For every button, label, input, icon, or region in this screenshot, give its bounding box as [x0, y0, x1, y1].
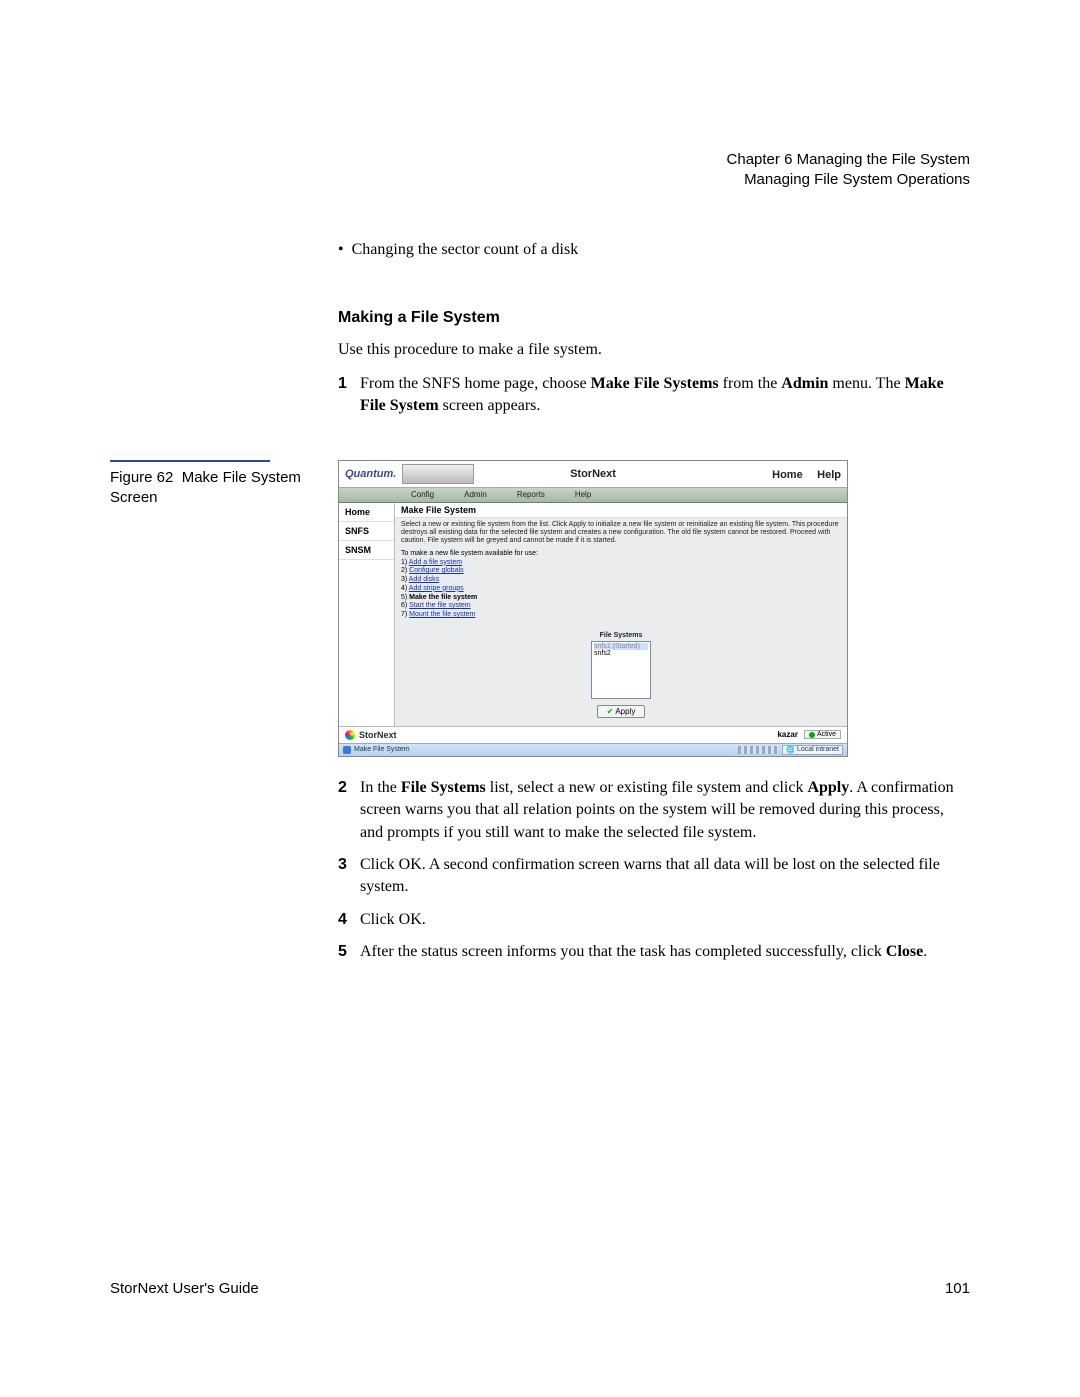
step-number: 3 — [338, 854, 360, 899]
list-item[interactable]: snfs2 — [594, 650, 648, 657]
banner-graphic — [402, 464, 474, 484]
step-body: After the status screen informs you that… — [360, 941, 927, 963]
footer-page-number: 101 — [945, 1280, 970, 1297]
sidebar-item-home[interactable]: Home — [339, 503, 394, 522]
hostname: kazar — [777, 730, 797, 739]
bullet-text: Changing the sector count of a disk — [352, 241, 579, 258]
help-link[interactable]: Help — [817, 469, 841, 481]
check-icon: ✔ — [607, 707, 614, 716]
step-number: 5 — [338, 941, 360, 963]
statusbar-grip — [738, 746, 778, 754]
panel-title: Make File System — [395, 503, 847, 518]
globe-icon: 🌐 — [786, 746, 795, 754]
stornext-logo-icon — [345, 730, 355, 740]
page-footer: StorNext User's Guide 101 — [110, 1280, 970, 1297]
figure-caption: Figure 62 Make File System Screen — [110, 460, 338, 757]
link-configure-globals[interactable]: Configure globals — [409, 567, 463, 574]
home-link[interactable]: Home — [772, 469, 803, 481]
link-add-stripe-groups[interactable]: Add stripe groups — [409, 585, 464, 592]
apply-button[interactable]: ✔ Apply — [597, 705, 645, 718]
screenshot-make-file-system: Quantum. StorNext Home Help Config Admin… — [338, 460, 848, 757]
menu-help[interactable]: Help — [575, 490, 591, 499]
link-add-fs[interactable]: Add a file system — [409, 559, 462, 566]
menubar: Config Admin Reports Help — [339, 488, 847, 503]
menu-admin[interactable]: Admin — [464, 490, 487, 499]
brand-quantum: Quantum. — [345, 468, 396, 480]
listbox-label: File Systems — [395, 632, 847, 639]
step-3: 3 Click OK. A second confirmation screen… — [338, 854, 970, 899]
panel-step-list: To make a new file system available for … — [395, 548, 847, 626]
step-number: 2 — [338, 777, 360, 844]
step-body: From the SNFS home page, choose Make Fil… — [360, 373, 970, 418]
status-text: Active — [817, 731, 836, 738]
figure-number: Figure 62 — [110, 469, 173, 486]
step-1: 1 From the SNFS home page, choose Make F… — [338, 373, 970, 418]
file-systems-listbox[interactable]: snfs1 (Started) snfs2 — [591, 641, 651, 699]
step-number: 1 — [338, 373, 360, 418]
step-2: 2 In the File Systems list, select a new… — [338, 777, 970, 844]
intro-text: Use this procedure to make a file system… — [338, 339, 970, 361]
link-start-fs[interactable]: Start the file system — [409, 602, 470, 609]
footer-brand: StorNext — [359, 730, 397, 740]
step-number: 4 — [338, 909, 360, 931]
step-body: In the File Systems list, select a new o… — [360, 777, 970, 844]
caption-rule — [110, 460, 270, 462]
chapter-line1: Chapter 6 Managing the File System — [110, 150, 970, 170]
status-left: Make File System — [354, 746, 410, 753]
main-panel: Make File System Select a new or existin… — [395, 503, 847, 726]
steps-heading: To make a new file system available for … — [401, 550, 841, 559]
step-body: Click OK. — [360, 909, 426, 931]
security-zone: 🌐 Local intranet — [782, 745, 843, 755]
chapter-header: Chapter 6 Managing the File System Manag… — [110, 150, 970, 191]
section-heading: Making a File System — [338, 309, 970, 327]
step-5: 5 After the status screen informs you th… — [338, 941, 970, 963]
step-body: Click OK. A second confirmation screen w… — [360, 854, 970, 899]
sidebar-item-snfs[interactable]: SNFS — [339, 522, 394, 541]
link-add-disks[interactable]: Add disks — [409, 576, 439, 583]
step-make-fs: Make the file system — [409, 594, 477, 601]
browser-statusbar: Make File System 🌐 Local intranet — [339, 743, 847, 756]
panel-description: Select a new or existing file system fro… — [395, 518, 847, 548]
step-4: 4 Click OK. — [338, 909, 970, 931]
list-item[interactable]: snfs1 (Started) — [594, 643, 648, 650]
sidebar-item-snsm[interactable]: SNSM — [339, 541, 394, 560]
ie-icon — [343, 746, 351, 754]
top-links: Home Help — [762, 465, 841, 483]
footer-guide-title: StorNext User's Guide — [110, 1280, 259, 1297]
menu-config[interactable]: Config — [411, 490, 434, 499]
sidebar: Home SNFS SNSM — [339, 503, 395, 726]
apply-label: Apply — [615, 707, 635, 716]
chapter-line2: Managing File System Operations — [110, 170, 970, 190]
bullet-item: • Changing the sector count of a disk — [338, 241, 970, 259]
status-badge: Active — [804, 730, 841, 739]
footer-bar: StorNext kazar Active — [339, 726, 847, 743]
menu-reports[interactable]: Reports — [517, 490, 545, 499]
status-dot-icon — [809, 732, 815, 738]
link-mount-fs[interactable]: Mount the file system — [409, 611, 475, 618]
